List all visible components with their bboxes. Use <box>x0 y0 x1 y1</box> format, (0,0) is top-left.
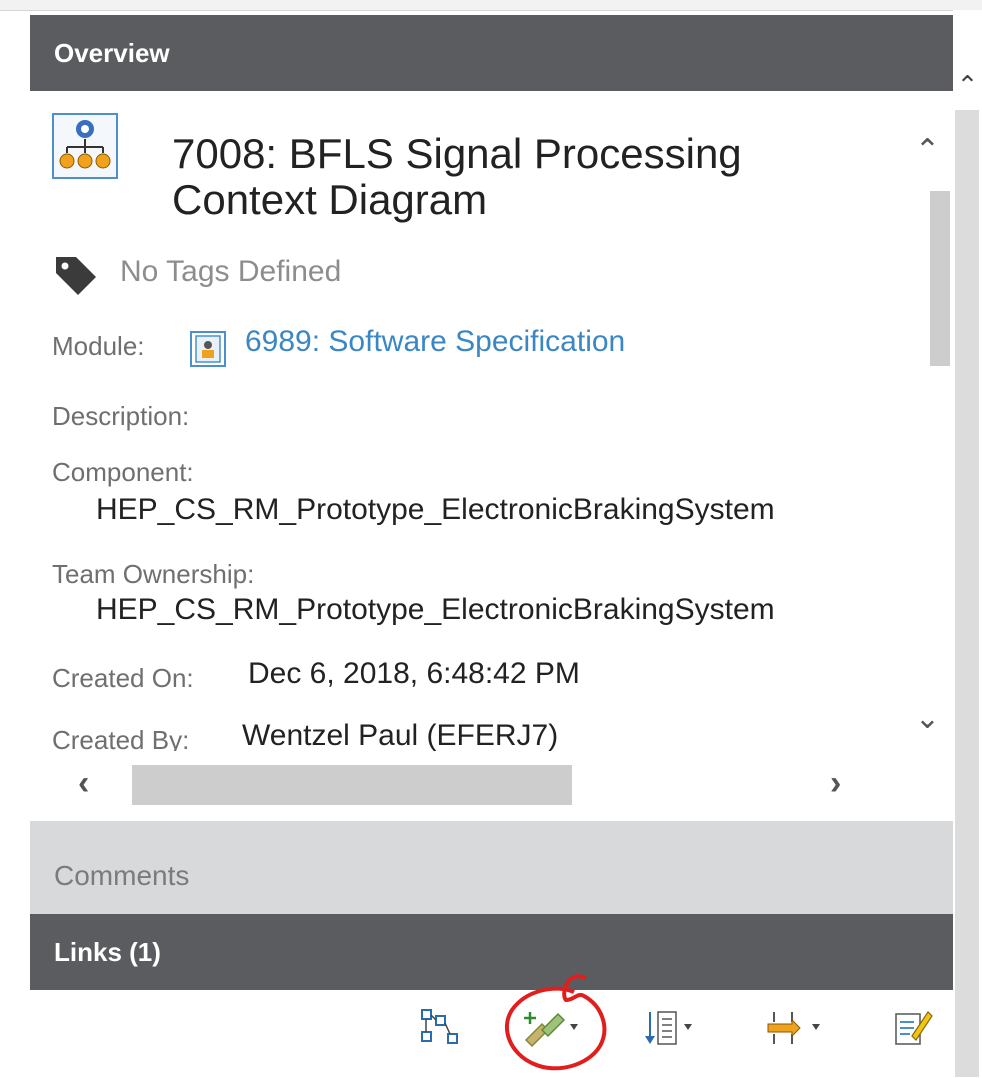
outer-scroll-track[interactable] <box>955 110 979 1077</box>
module-link[interactable]: 6989: Software Specification <box>245 325 625 359</box>
component-value: HEP_CS_RM_Prototype_ElectronicBrakingSys… <box>96 493 775 526</box>
inner-vertical-scrollbar[interactable]: ⌃ ⌄ <box>902 91 953 751</box>
module-label: Module: <box>52 331 145 361</box>
scroll-right-icon[interactable]: › <box>830 763 870 803</box>
scroll-footer <box>30 821 953 837</box>
links-toolbar <box>30 973 953 1077</box>
description-label: Description: <box>52 401 190 431</box>
vertical-scroll-thumb[interactable] <box>930 191 950 366</box>
overview-content: 7008: BFLS Signal Processing Context Dia… <box>30 91 902 751</box>
outer-scrollbar[interactable]: ⌃ <box>953 10 982 1077</box>
edit-note-icon[interactable] <box>890 1006 934 1050</box>
link-graph-icon[interactable] <box>418 1006 462 1050</box>
component-label: Component: <box>52 457 194 487</box>
scroll-down-icon[interactable]: ⌄ <box>902 699 953 739</box>
horizontal-scroll-thumb[interactable] <box>132 765 572 805</box>
tag-icon <box>52 253 100 297</box>
tags-text[interactable]: No Tags Defined <box>120 255 341 289</box>
team-ownership-label: Team Ownership: <box>52 559 255 589</box>
horizontal-scroll-bar[interactable]: ‹ › <box>30 751 902 821</box>
horizontal-scrollbar[interactable]: ‹ › <box>30 751 953 837</box>
diagram-icon <box>52 113 118 179</box>
scroll-up-icon[interactable]: ⌃ <box>902 131 953 171</box>
scroll-left-icon[interactable]: ‹ <box>78 763 118 803</box>
outer-scroll-up-icon[interactable]: ⌃ <box>953 65 982 105</box>
comments-header[interactable]: Comments <box>30 837 953 914</box>
created-by-value: Wentzel Paul (EFERJ7) <box>242 719 559 751</box>
created-on-label: Created On: <box>52 663 194 693</box>
red-annotation-circle <box>505 973 607 1071</box>
team-ownership-value: HEP_CS_RM_Prototype_ElectronicBrakingSys… <box>96 593 775 626</box>
overview-header[interactable]: Overview <box>30 15 953 91</box>
links-header[interactable]: Links (1) <box>30 914 953 990</box>
filter-links-icon[interactable] <box>762 1006 832 1050</box>
sort-list-icon[interactable] <box>642 1006 706 1050</box>
module-icon <box>190 331 226 367</box>
created-on-value: Dec 6, 2018, 6:48:42 PM <box>248 657 580 690</box>
artifact-title: 7008: BFLS Signal Processing Context Dia… <box>172 130 742 223</box>
top-border <box>0 0 982 11</box>
overview-panel: 7008: BFLS Signal Processing Context Dia… <box>30 91 953 837</box>
created-by-label: Created By: <box>52 725 190 751</box>
